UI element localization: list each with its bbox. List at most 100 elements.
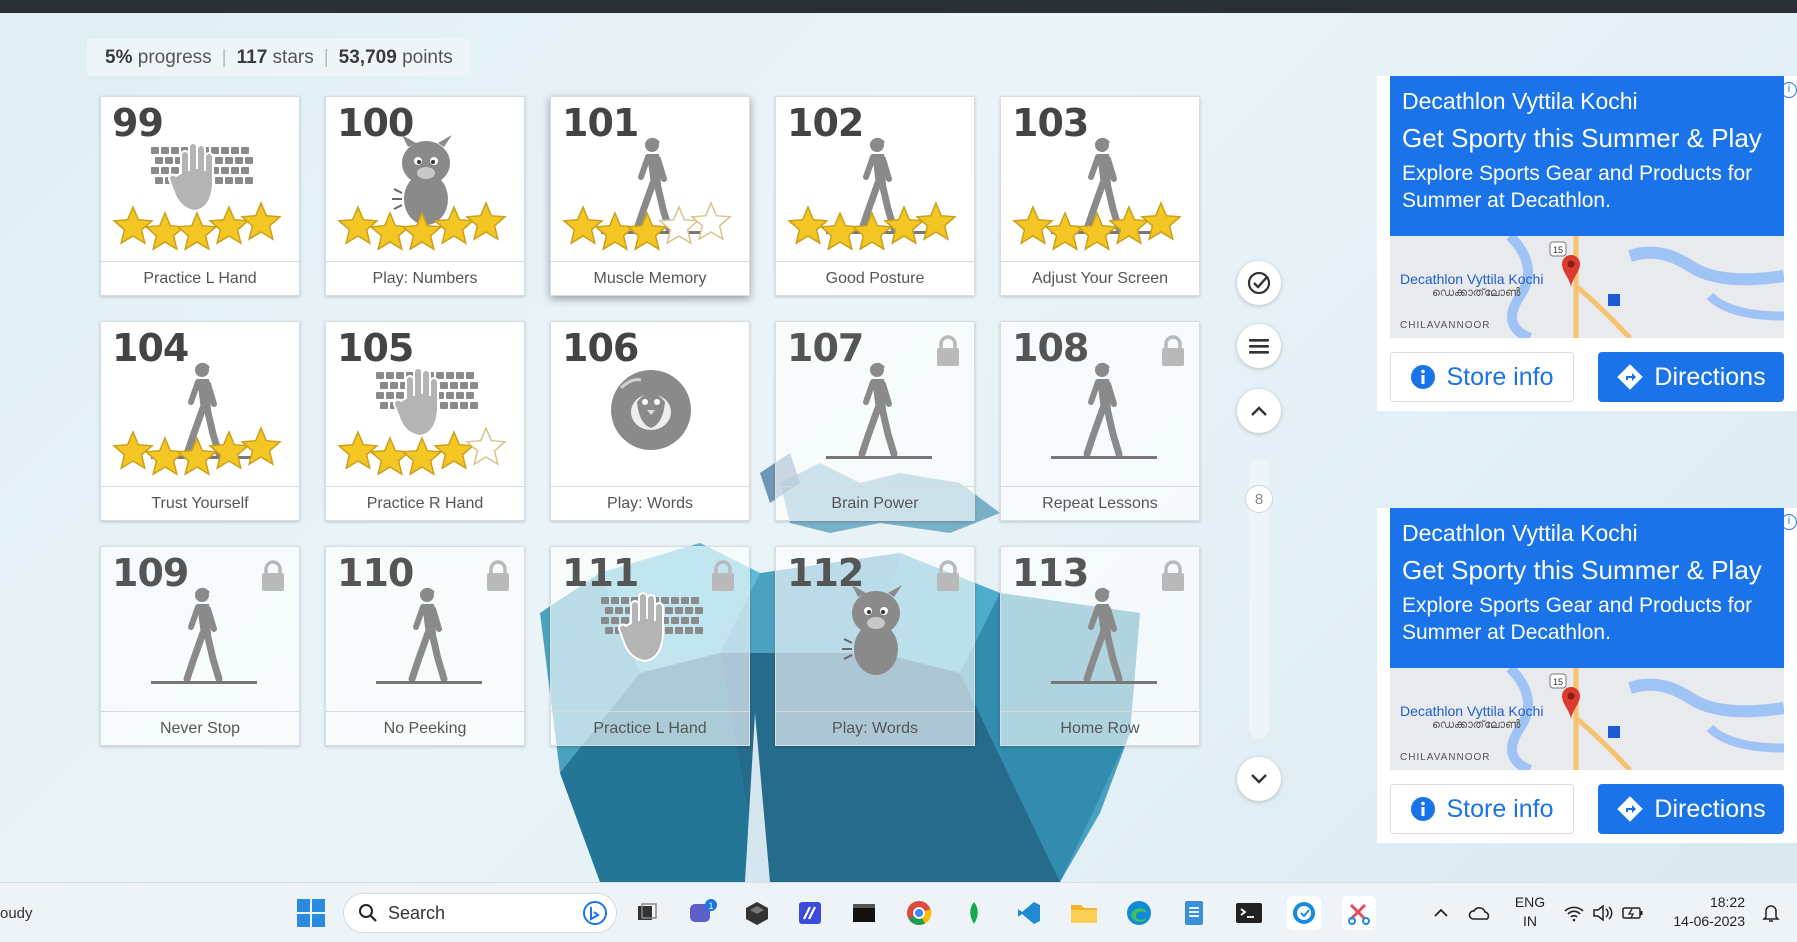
bing-icon[interactable] [582, 900, 608, 926]
lesson-card[interactable]: 111 Practice L Hand [550, 546, 750, 746]
ad-header[interactable]: Decathlon Vyttila Kochi Get Sporty this … [1390, 76, 1784, 236]
star-filled-icon [1076, 211, 1118, 251]
star-filled-icon [337, 205, 379, 245]
store-info-button[interactable]: Store info [1390, 784, 1574, 834]
lesson-name: Trust Yourself [101, 486, 299, 520]
ad-map[interactable]: 15 Decathlon Vyttila Kochi ഡെക്കാത്‌ലോൺ … [1390, 236, 1784, 338]
search-icon [359, 904, 377, 922]
ad-banner[interactable]: i Decathlon Vyttila Kochi Get Sporty thi… [1377, 76, 1797, 411]
chevron-down-icon [1251, 774, 1267, 784]
star-filled-icon [208, 430, 250, 470]
divider: | [221, 46, 227, 68]
star-rating [337, 426, 507, 476]
lesson-card[interactable]: 101 Muscle Memory [550, 96, 750, 296]
lesson-name: No Peeking [326, 711, 524, 745]
clock-time: 18:22 [1709, 894, 1745, 910]
directions-icon [1617, 364, 1644, 390]
ad-banner[interactable]: i Decathlon Vyttila Kochi Get Sporty thi… [1377, 508, 1797, 843]
ad-body: Explore Sports Gear and Products for Sum… [1402, 162, 1753, 212]
lesson-card[interactable]: 100 Play: Numbers [325, 96, 525, 296]
map-road-number: 15 [1553, 245, 1563, 255]
store-info-button[interactable]: Store info [1390, 352, 1574, 402]
clock[interactable]: 18:22 14-06-2023 [1665, 893, 1745, 931]
snipping-tool-icon[interactable] [1342, 896, 1376, 930]
chrome-icon[interactable] [902, 896, 936, 930]
lesson-card[interactable]: 99 Practice L Hand [100, 96, 300, 296]
terminal-app-icon[interactable] [847, 896, 881, 930]
directions-button[interactable]: Directions [1598, 352, 1784, 402]
map-area-label: CHILAVANNOOR [1400, 320, 1491, 331]
star-filled-icon [1108, 205, 1150, 245]
task-view-icon[interactable] [630, 896, 664, 930]
windows-start-icon[interactable] [296, 898, 326, 928]
star-filled-icon [562, 205, 604, 245]
lesson-card[interactable]: 103 Adjust Your Screen [1000, 96, 1200, 296]
lesson-card[interactable]: 104 Trust Yourself [100, 321, 300, 521]
star-empty-icon [465, 426, 507, 466]
star-filled-icon [240, 201, 282, 241]
menu-button[interactable] [1237, 324, 1281, 368]
star-filled-icon [1140, 201, 1182, 241]
ad-advertiser: Decathlon Vyttila Kochi [1402, 520, 1638, 546]
star-filled-icon [240, 426, 282, 466]
typing-club-icon[interactable] [1287, 896, 1321, 930]
chevron-up-icon[interactable] [1424, 896, 1458, 930]
lesson-name: Play: Words [776, 711, 974, 745]
teams-chat-icon[interactable]: 1 [685, 896, 719, 930]
lesson-card[interactable]: 110 No Peeking [325, 546, 525, 746]
star-filled-icon [626, 211, 668, 251]
taskbar-search[interactable]: Search [343, 893, 617, 933]
scroll-up-button[interactable] [1237, 389, 1281, 433]
language-indicator[interactable]: ENG IN [1512, 893, 1548, 931]
window-top-bar [0, 0, 1797, 13]
star-empty-icon [658, 205, 700, 245]
scroll-down-button[interactable] [1237, 757, 1281, 801]
lesson-name: Never Stop [101, 711, 299, 745]
lesson-card[interactable]: 106 Play: Words [550, 321, 750, 521]
lesson-card[interactable]: 107 Brain Power [775, 321, 975, 521]
star-filled-icon [401, 436, 443, 476]
lesson-card[interactable]: 108 Repeat Lessons [1000, 321, 1200, 521]
lesson-card[interactable]: 109 Never Stop [100, 546, 300, 746]
directions-label: Directions [1654, 362, 1766, 391]
star-filled-icon [369, 211, 411, 251]
ad-map[interactable]: 15 Decathlon Vyttila Kochi ഡെക്കാത്‌ലോൺ … [1390, 668, 1784, 770]
lesson-name: Play: Numbers [326, 261, 524, 295]
check-progress-button[interactable] [1237, 261, 1281, 305]
editor-app-icon[interactable] [793, 896, 827, 930]
directions-icon [1617, 796, 1644, 822]
store-info-label: Store info [1446, 362, 1554, 391]
lesson-card[interactable]: 105 Practice R Hand [325, 321, 525, 521]
ad-header[interactable]: Decathlon Vyttila Kochi Get Sporty this … [1390, 508, 1784, 668]
menu-icon [1249, 339, 1269, 354]
star-rating [112, 201, 282, 251]
lesson-name: Play: Words [551, 486, 749, 520]
star-rating [1012, 201, 1182, 251]
volume-icon[interactable] [1586, 896, 1620, 930]
star-filled-icon [144, 436, 186, 476]
star-filled-icon [176, 211, 218, 251]
directions-button[interactable]: Directions [1598, 784, 1784, 834]
vscode-icon[interactable] [1012, 896, 1046, 930]
lesson-card[interactable]: 112 Play: Words [775, 546, 975, 746]
info-icon [1411, 797, 1436, 821]
unity-icon[interactable] [740, 896, 774, 930]
star-filled-icon [337, 430, 379, 470]
notification-icon[interactable] [1754, 896, 1788, 930]
onedrive-icon[interactable] [1463, 896, 1497, 930]
lesson-name: Muscle Memory [551, 261, 749, 295]
lesson-card[interactable]: 113 Home Row [1000, 546, 1200, 746]
notepad-icon[interactable] [1177, 896, 1211, 930]
lesson-card[interactable]: 102 Good Posture [775, 96, 975, 296]
ad-headline: Get Sporty this Summer & Play [1402, 123, 1762, 153]
star-filled-icon [819, 211, 861, 251]
edge-icon[interactable] [1122, 896, 1156, 930]
info-icon [1411, 365, 1436, 389]
battery-icon[interactable] [1616, 896, 1650, 930]
chat-badge: 1 [708, 901, 713, 911]
weather-widget[interactable]: oudy [0, 905, 33, 922]
star-filled-icon [1012, 205, 1054, 245]
mongodb-icon[interactable] [957, 896, 991, 930]
terminal-icon[interactable] [1232, 896, 1266, 930]
file-explorer-icon[interactable] [1067, 896, 1101, 930]
